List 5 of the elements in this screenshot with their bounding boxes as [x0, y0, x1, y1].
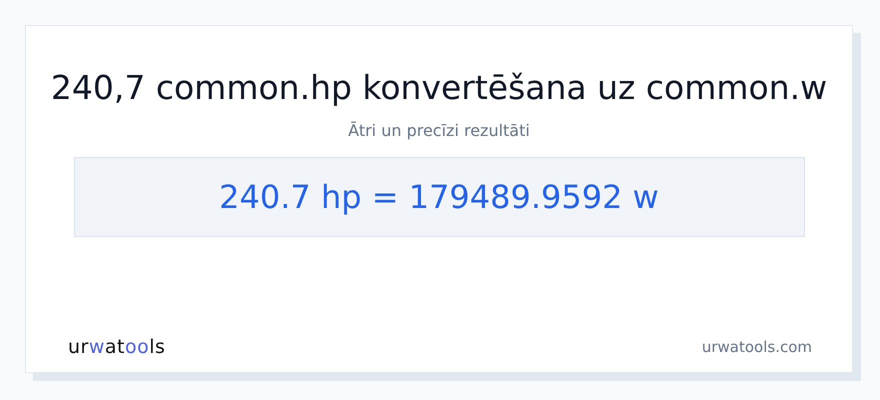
subtitle: Ātri un precīzi rezultāti	[348, 121, 530, 140]
site-link[interactable]: urwatools.com	[702, 338, 812, 356]
result-panel: 240.7 hp = 179489.9592 w	[74, 157, 804, 237]
logo: urwatools	[68, 336, 166, 358]
page-title: 240,7 common.hp konvertēšana uz common.w	[50, 68, 828, 107]
